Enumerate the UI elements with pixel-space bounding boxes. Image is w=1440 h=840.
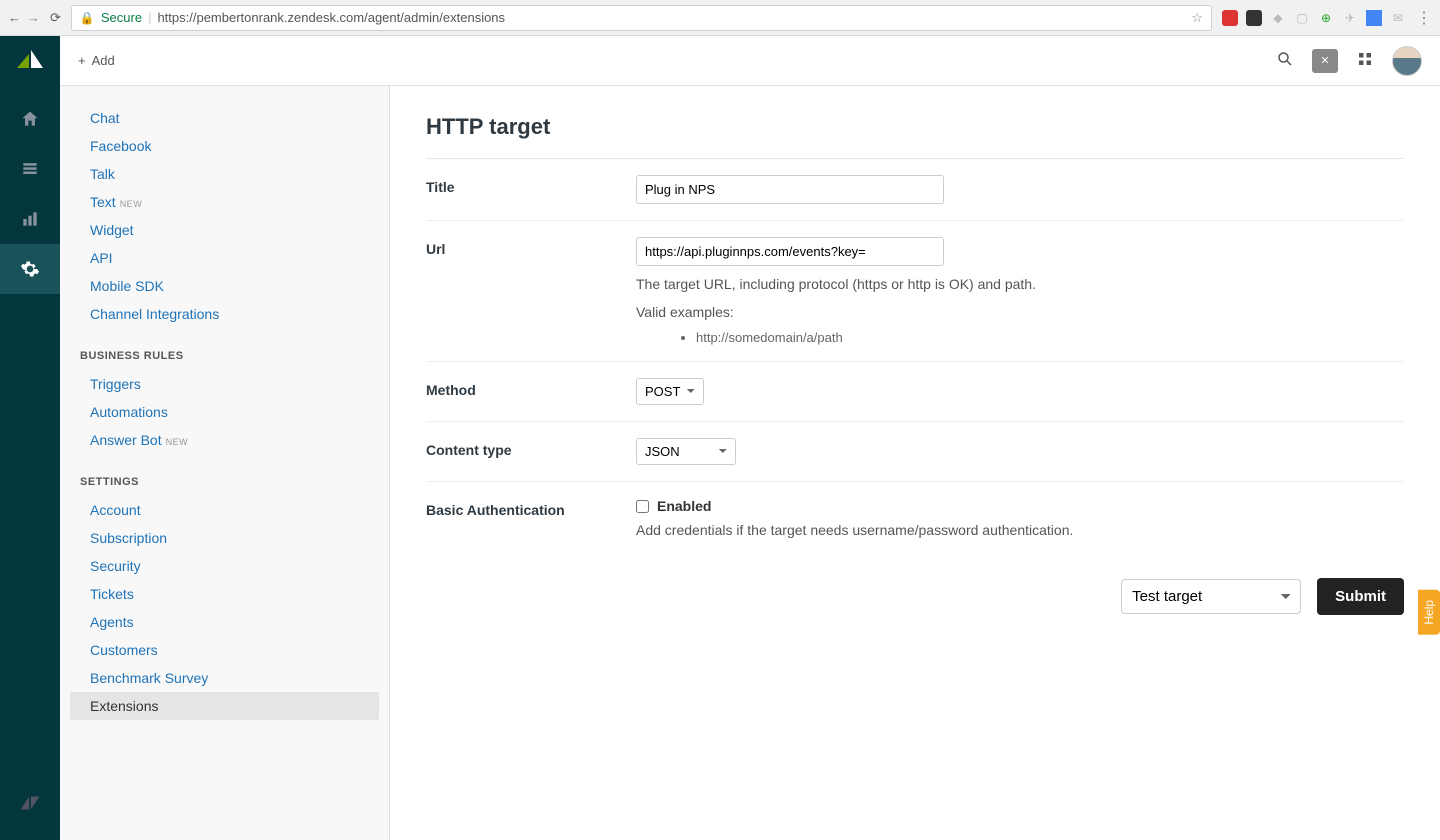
http-target-form: HTTP target Title Url The target URL, in… — [390, 86, 1440, 840]
bookmark-star-icon[interactable]: ☆ — [1191, 10, 1203, 26]
sidebar-item[interactable]: Benchmark Survey — [60, 664, 389, 692]
zendesk-logo[interactable] — [17, 48, 43, 74]
apps-icon[interactable] — [1356, 50, 1374, 71]
extension-icon[interactable]: ✉ — [1390, 10, 1406, 26]
sidebar-item[interactable]: Triggers — [60, 370, 389, 398]
sidebar-item[interactable]: Extensions — [70, 692, 379, 720]
help-tab[interactable]: Help — [1418, 590, 1440, 635]
add-label: Add — [92, 53, 115, 68]
plus-icon: + — [78, 53, 86, 68]
sidebar-item[interactable]: Channel Integrations — [60, 300, 389, 328]
sidebar-item[interactable]: Talk — [60, 160, 389, 188]
rail-admin[interactable] — [0, 244, 60, 294]
section-settings: SETTINGS — [60, 454, 389, 496]
url-text: https://pembertonrank.zendesk.com/agent/… — [157, 10, 505, 25]
sidebar-item[interactable]: Widget — [60, 216, 389, 244]
rail-zendesk[interactable] — [0, 778, 60, 828]
reload-icon[interactable]: ⟳ — [50, 10, 61, 26]
url-examples-label: Valid examples: — [636, 304, 1404, 320]
address-bar[interactable]: 🔒 Secure | https://pembertonrank.zendesk… — [71, 5, 1212, 31]
sidebar-item[interactable]: Tickets — [60, 580, 389, 608]
gear-icon — [20, 259, 40, 279]
admin-sidebar: ChatFacebookTalkTextNEWWidgetAPIMobile S… — [60, 86, 390, 840]
browser-menu-icon[interactable]: ⋮ — [1416, 8, 1432, 28]
zendesk-icon — [19, 792, 41, 814]
sidebar-item[interactable]: Answer BotNEW — [60, 426, 389, 454]
sidebar-item[interactable]: Mobile SDK — [60, 272, 389, 300]
page-title: HTTP target — [426, 114, 1404, 159]
forward-icon: → — [27, 10, 40, 25]
search-icon[interactable] — [1276, 50, 1294, 71]
sidebar-item[interactable]: Agents — [60, 608, 389, 636]
url-label: Url — [426, 237, 636, 257]
topbar: + Add ✕ — [60, 36, 1440, 86]
home-icon — [20, 109, 40, 129]
sidebar-item[interactable]: Security — [60, 552, 389, 580]
sidebar-item[interactable]: Customers — [60, 636, 389, 664]
back-icon[interactable]: ← — [8, 10, 21, 25]
new-badge: NEW — [166, 437, 189, 447]
bar-chart-icon — [20, 209, 40, 229]
url-example: http://somedomain/a/path — [696, 330, 1404, 345]
rail-reports[interactable] — [0, 194, 60, 244]
method-select[interactable]: POST — [636, 378, 704, 405]
sidebar-item[interactable]: TextNEW — [60, 188, 389, 216]
auth-enabled-label: Enabled — [657, 498, 711, 514]
sidebar-item[interactable]: API — [60, 244, 389, 272]
chat-icon[interactable]: ✕ — [1312, 49, 1338, 73]
title-input[interactable] — [636, 175, 944, 204]
extension-icon[interactable] — [1246, 10, 1262, 26]
test-target-select[interactable]: Test target — [1121, 579, 1301, 614]
secure-label: Secure — [101, 10, 142, 25]
extension-icon[interactable] — [1366, 10, 1382, 26]
extension-icon[interactable] — [1222, 10, 1238, 26]
extension-icon[interactable]: ⊕ — [1318, 10, 1334, 26]
extension-icon[interactable]: ◆ — [1270, 10, 1286, 26]
basic-auth-label: Basic Authentication — [426, 498, 636, 518]
extension-icon[interactable]: ✈ — [1342, 10, 1358, 26]
url-input[interactable] — [636, 237, 944, 266]
title-label: Title — [426, 175, 636, 195]
sidebar-item[interactable]: Automations — [60, 398, 389, 426]
browser-chrome: ← → ⟳ 🔒 Secure | https://pembertonrank.z… — [0, 0, 1440, 36]
lock-icon: 🔒 — [80, 11, 95, 25]
extension-icon[interactable]: ▢ — [1294, 10, 1310, 26]
nav-rail — [0, 36, 60, 840]
avatar[interactable] — [1392, 46, 1422, 76]
submit-button[interactable]: Submit — [1317, 578, 1404, 615]
rail-home[interactable] — [0, 94, 60, 144]
content-type-label: Content type — [426, 438, 636, 458]
add-button[interactable]: + Add — [78, 53, 115, 68]
method-label: Method — [426, 378, 636, 398]
sidebar-item[interactable]: Chat — [60, 104, 389, 132]
sidebar-item[interactable]: Account — [60, 496, 389, 524]
sidebar-item[interactable]: Subscription — [60, 524, 389, 552]
auth-hint: Add credentials if the target needs user… — [636, 522, 1404, 538]
section-business-rules: BUSINESS RULES — [60, 328, 389, 370]
url-hint: The target URL, including protocol (http… — [636, 276, 1404, 292]
content-type-select[interactable]: JSON — [636, 438, 736, 465]
rail-views[interactable] — [0, 144, 60, 194]
sidebar-item[interactable]: Facebook — [60, 132, 389, 160]
new-badge: NEW — [120, 199, 143, 209]
auth-enabled-checkbox[interactable] — [636, 500, 649, 513]
list-icon — [20, 159, 40, 179]
extension-icons: ◆ ▢ ⊕ ✈ ✉ — [1222, 10, 1406, 26]
